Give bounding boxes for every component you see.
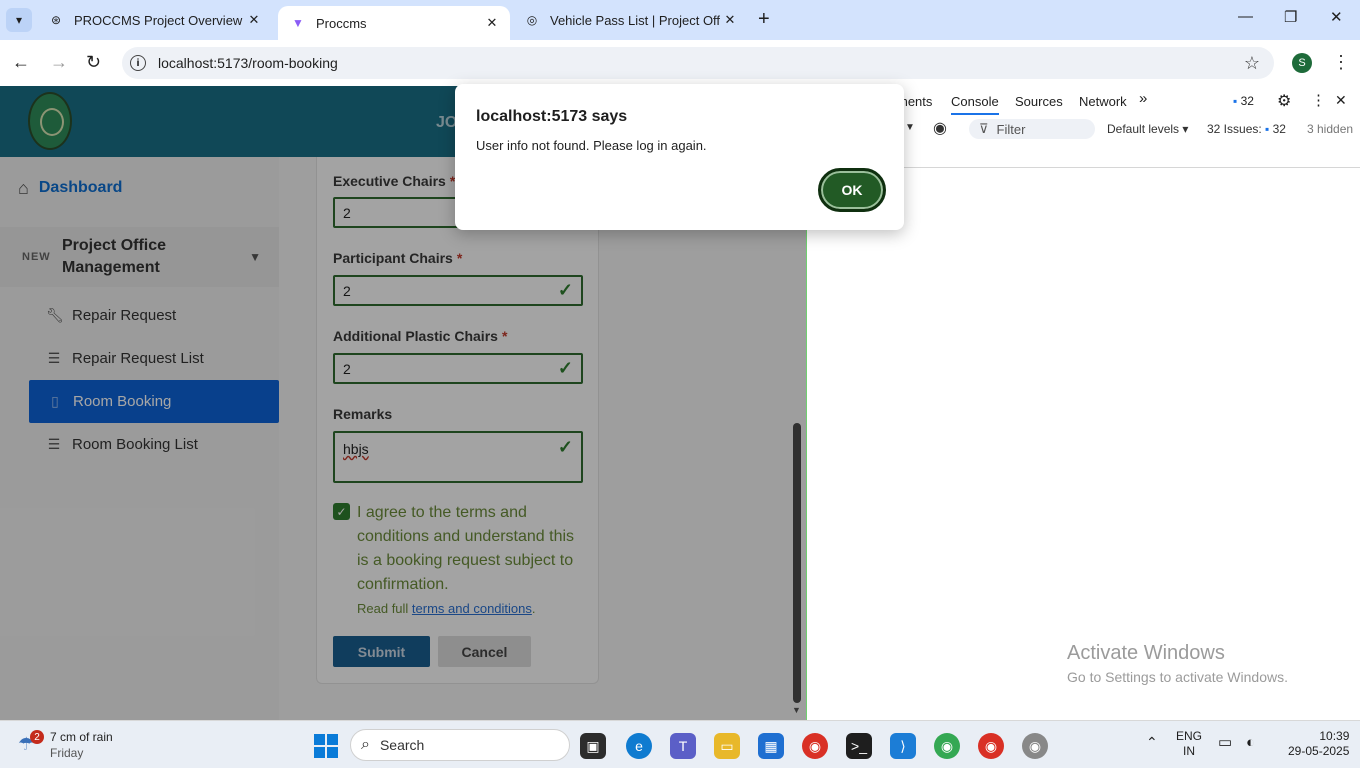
tab-title: Proccms [316, 15, 367, 31]
search-label: Search [379, 737, 425, 753]
tab-network[interactable]: Network [1079, 94, 1127, 109]
chrome-icon[interactable]: ◉ [802, 733, 828, 759]
reload-icon[interactable]: ↻ [86, 52, 101, 73]
windows-taskbar: ☂ 2 7 cm of rain Friday ⌕ Search ▣ e T ▭ … [0, 720, 1360, 768]
start-button[interactable] [314, 734, 338, 758]
openai-icon: ⊛ [50, 13, 62, 27]
clock-time: 10:39 [1319, 729, 1350, 743]
tab-vehicle-pass[interactable]: ◎ Vehicle Pass List | Project Office ✕ [512, 0, 748, 40]
vscode-icon[interactable]: ⟩ [890, 733, 916, 759]
store-icon[interactable]: ▦ [758, 733, 784, 759]
weather-day: Friday [50, 746, 84, 760]
default-levels-dropdown[interactable]: Default levels ▾ [1107, 122, 1188, 136]
close-tab-icon[interactable]: ✕ [244, 12, 264, 28]
issues-icon: ▪ [1265, 122, 1270, 136]
language-indicator[interactable]: ENG IN [1176, 729, 1202, 759]
browser-tab-bar: ▾ ⊛ PROCCMS Project Overview ✕ ▼ Proccms… [0, 0, 1360, 40]
browser-toolbar: ← → ↻ i localhost:5173/room-booking ☆ S … [0, 40, 1360, 86]
vite-icon: ▼ [292, 16, 304, 30]
weather-text: 7 cm of rain [50, 730, 113, 744]
region-code: IN [1183, 744, 1195, 758]
context-dropdown-icon[interactable]: ▼ [905, 122, 915, 133]
alert-title: localhost:5173 says [476, 108, 628, 125]
clock-date: 29-05-2025 [1288, 744, 1350, 758]
close-devtools-icon[interactable]: ✕ [1335, 92, 1347, 109]
volume-icon[interactable]: ◐ [1246, 735, 1255, 750]
filter-icon: ⊽ [979, 121, 989, 136]
issues-count[interactable]: ▪ 32 [1265, 122, 1286, 136]
chrome-profile-j-icon[interactable]: ◉ [978, 733, 1004, 759]
language-code: ENG [1176, 729, 1203, 743]
edge-icon[interactable]: e [626, 733, 652, 759]
close-tab-icon[interactable]: ✕ [482, 15, 502, 31]
chrome-profile-s2-icon[interactable]: ◉ [1022, 733, 1048, 759]
terminal-icon[interactable]: >_ [846, 733, 872, 759]
tab-console[interactable]: Console [951, 94, 999, 115]
back-icon[interactable]: ← [12, 52, 30, 73]
alert-message: User info not found. Please log in again… [476, 138, 707, 153]
tab-sources[interactable]: Sources [1015, 94, 1063, 109]
profile-avatar[interactable]: S [1292, 53, 1312, 73]
clock[interactable]: 10:39 29-05-2025 [1288, 729, 1349, 759]
browser-menu-icon[interactable]: ⋮ [1332, 52, 1350, 73]
address-bar[interactable]: i localhost:5173/room-booking ☆ [122, 47, 1274, 79]
tab-proccms-overview[interactable]: ⊛ PROCCMS Project Overview ✕ [36, 0, 272, 40]
teams-icon[interactable]: T [670, 733, 696, 759]
weather-widget[interactable]: ☂ 2 7 cm of rain Friday [18, 729, 113, 761]
task-view-icon[interactable]: ▣ [580, 733, 606, 759]
eye-icon[interactable]: ◉ [933, 118, 947, 138]
search-icon: ⌕ [361, 736, 370, 753]
tab-title: Vehicle Pass List | Project Office [550, 12, 720, 28]
new-tab-button[interactable]: + [758, 8, 770, 31]
close-tab-icon[interactable]: ✕ [720, 12, 740, 28]
file-explorer-icon[interactable]: ▭ [714, 733, 740, 759]
taskbar-search[interactable]: ⌕ Search [350, 729, 570, 761]
more-tabs-icon[interactable]: » [1139, 90, 1147, 107]
activate-windows-watermark: Activate Windows Go to Settings to activ… [1067, 642, 1288, 685]
filter-placeholder: Filter [996, 121, 1026, 137]
minimize-icon[interactable]: — [1238, 8, 1253, 25]
notification-badge: 2 [30, 730, 44, 744]
chrome-profile-s-icon[interactable]: ◉ [934, 733, 960, 759]
tab-title: PROCCMS Project Overview [74, 12, 243, 28]
site-info-icon[interactable]: i [130, 55, 146, 71]
watermark-title: Activate Windows [1067, 642, 1225, 664]
tray-chevron-icon[interactable]: ⌃ [1146, 735, 1158, 750]
tab-proccms[interactable]: ▼ Proccms ✕ [278, 6, 510, 40]
close-window-icon[interactable]: ✕ [1330, 8, 1343, 26]
message-icon: ▪ [1233, 94, 1238, 108]
umbrella-icon: ☂ 2 [18, 730, 44, 756]
bookmark-star-icon[interactable]: ☆ [1244, 53, 1260, 74]
url-text[interactable]: localhost:5173/room-booking [158, 55, 338, 71]
console-filter-input[interactable]: ⊽ Filter [969, 119, 1095, 139]
tab-search-button[interactable]: ▾ [6, 8, 32, 32]
alert-dialog: localhost:5173 says User info not found.… [455, 84, 904, 230]
restore-icon[interactable]: ❐ [1284, 8, 1297, 26]
alert-ok-button[interactable]: OK [818, 168, 886, 212]
watermark-subtitle: Go to Settings to activate Windows. [1067, 669, 1288, 685]
count-text: 32 [1272, 122, 1286, 136]
hidden-count: 3 hidden [1307, 122, 1354, 136]
count-text: 32 [1240, 94, 1254, 108]
issues-label[interactable]: 32 Issues: [1207, 122, 1262, 136]
settings-gear-icon[interactable]: ⚙ [1277, 91, 1291, 111]
network-icon[interactable]: ▭ [1218, 735, 1232, 750]
globe-icon: ◎ [526, 13, 538, 27]
messages-count[interactable]: ▪ 32 [1233, 94, 1254, 108]
devtools-menu-icon[interactable]: ⋮ [1311, 91, 1326, 109]
forward-icon[interactable]: → [50, 52, 68, 73]
